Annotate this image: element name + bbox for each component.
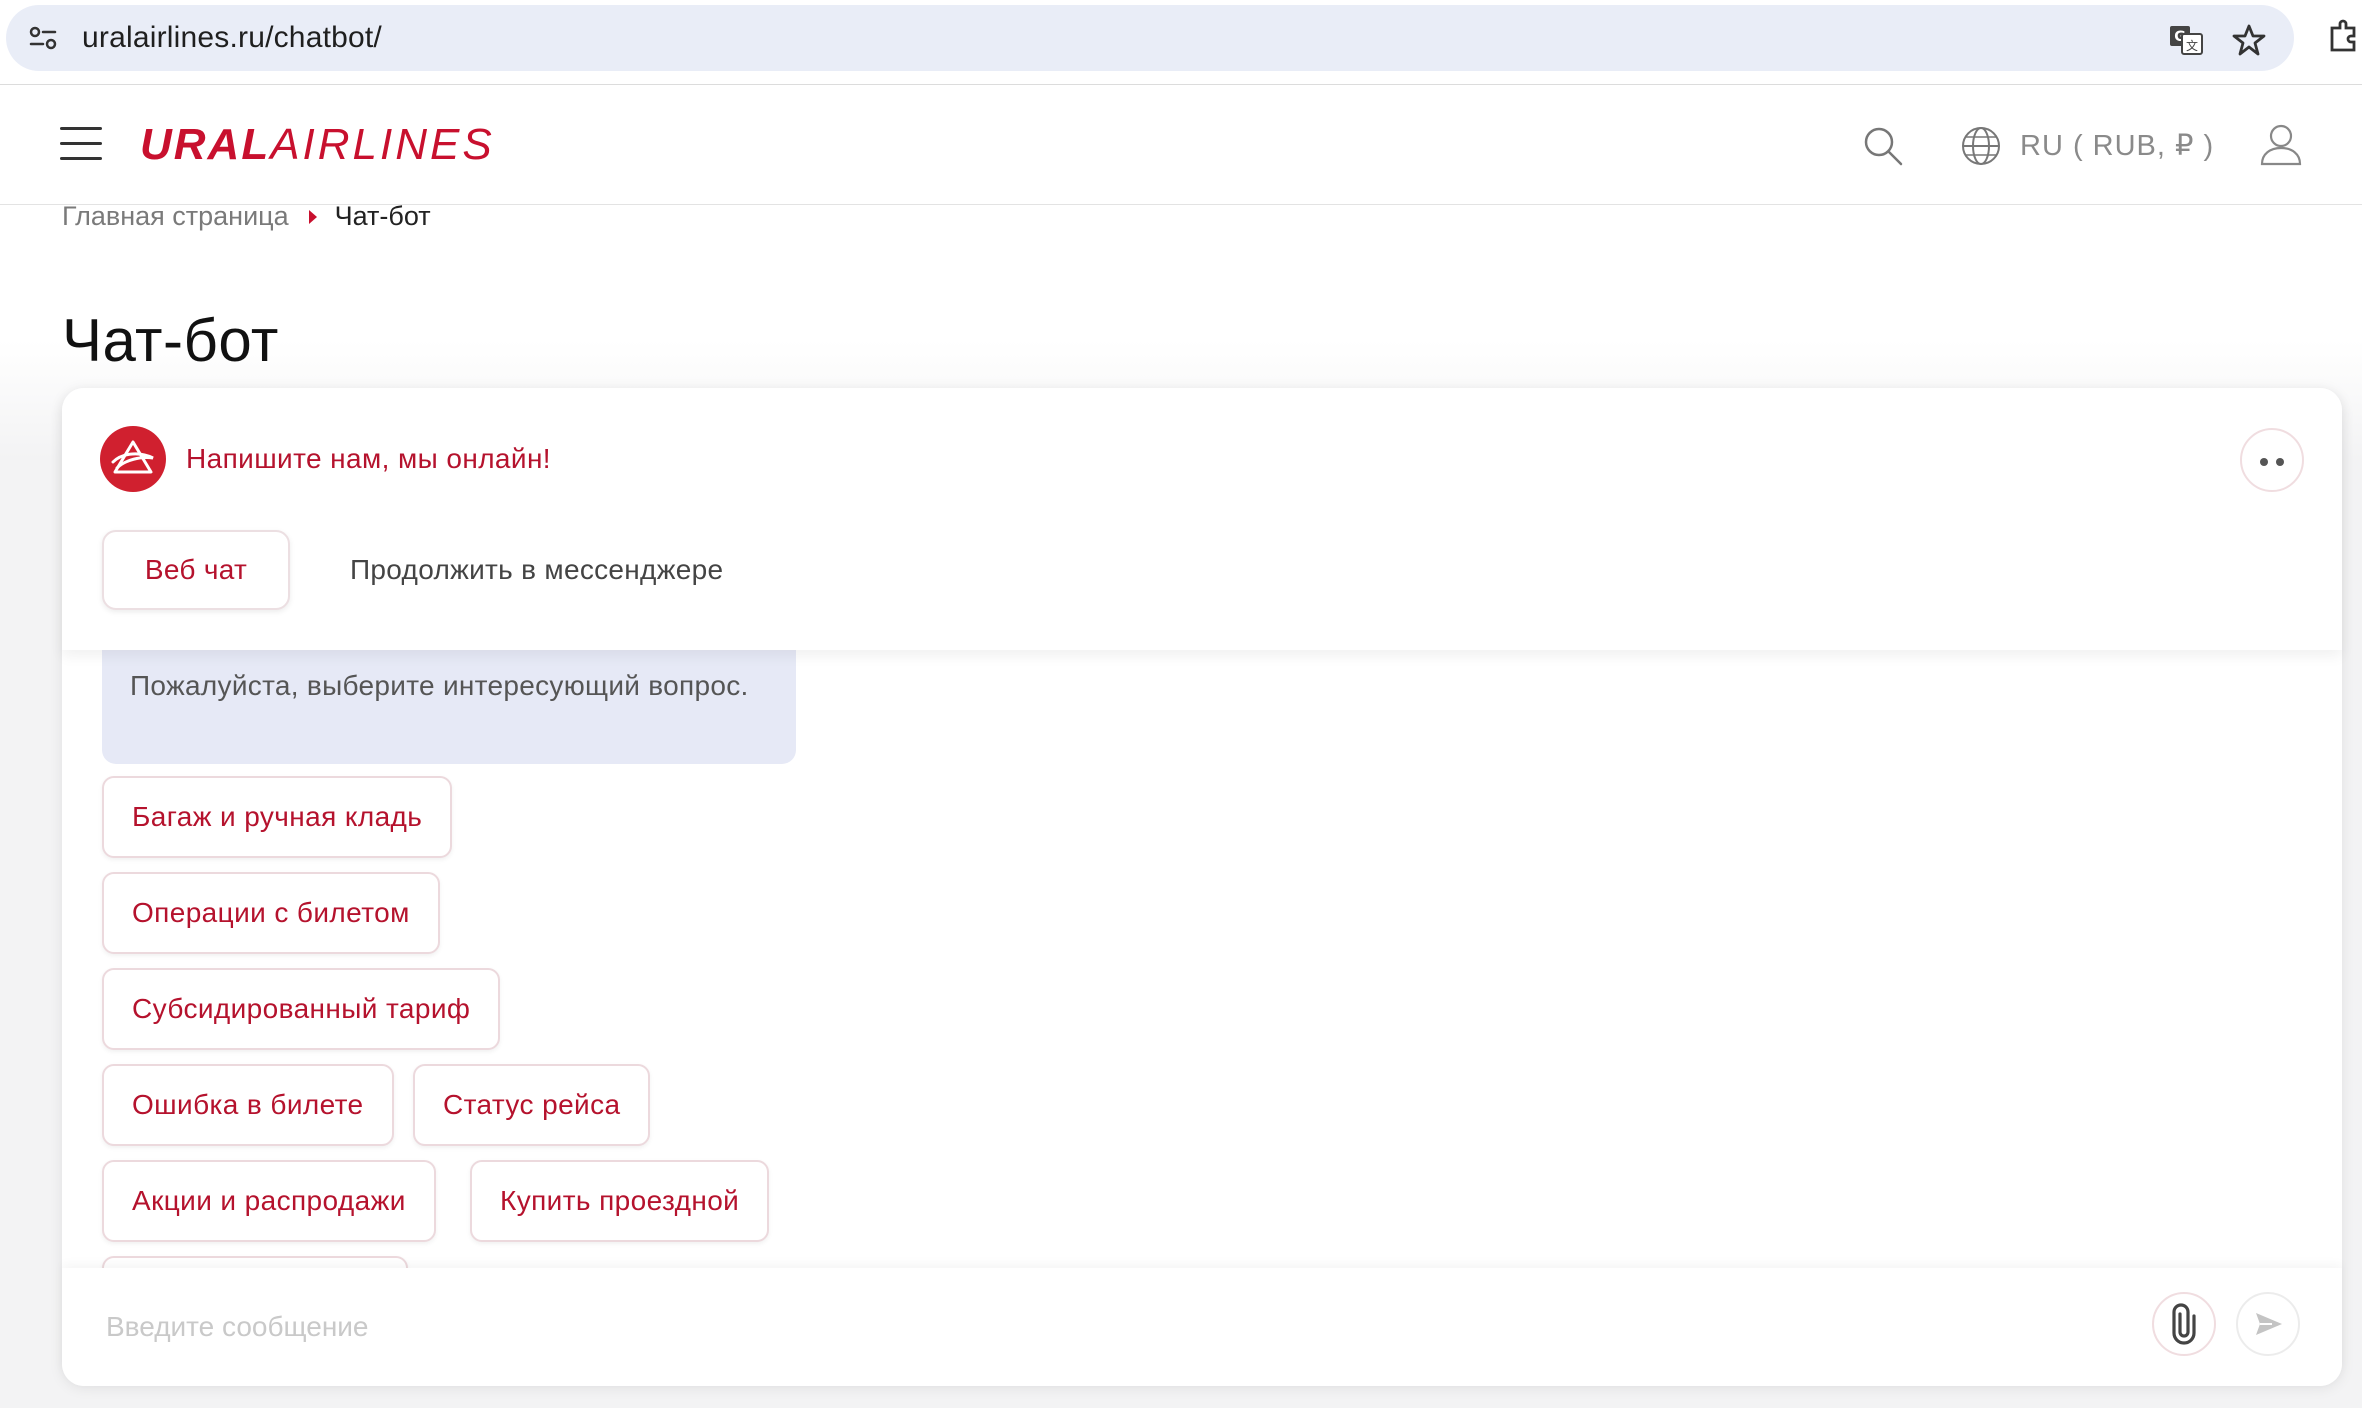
page-title: Чат-бот xyxy=(62,307,279,375)
more-options-button[interactable] xyxy=(2240,428,2304,492)
quick-reply-button[interactable]: Статус рейса xyxy=(413,1064,651,1146)
chat-widget: Напишите нам, мы онлайн! Веб чат Продолж… xyxy=(62,388,2342,1386)
attach-button[interactable] xyxy=(2152,1292,2216,1356)
more-dots-icon xyxy=(2276,458,2284,466)
send-icon xyxy=(2256,1313,2282,1335)
chat-messages[interactable]: Пожалуйста, выберите интересующий вопрос… xyxy=(62,650,2342,1350)
tab-messenger[interactable]: Продолжить в мессенджере xyxy=(350,552,723,588)
logo-light-text: AIRLINES xyxy=(270,120,495,169)
paperclip-icon xyxy=(2172,1303,2196,1345)
translate-icon[interactable]: G 文 xyxy=(2168,24,2204,56)
extension-icon[interactable] xyxy=(2326,18,2362,54)
quick-reply-button[interactable]: Купить проездной xyxy=(470,1160,770,1242)
message-composer xyxy=(62,1268,2342,1386)
site-header: URALAIRLINES RU ( RUB, ₽ ) xyxy=(0,85,2362,205)
logo-bold-text: URAL xyxy=(140,120,271,169)
quick-reply-button[interactable]: Ошибка в билете xyxy=(102,1064,394,1146)
browser-toolbar: uralairlines.ru/chatbot/ G 文 xyxy=(0,0,2362,85)
menu-icon[interactable] xyxy=(60,127,104,161)
tab-web-chat[interactable]: Веб чат xyxy=(102,530,290,610)
site-info-icon[interactable] xyxy=(28,25,58,51)
quick-reply-button[interactable]: Операции с билетом xyxy=(102,872,440,954)
more-dots-icon xyxy=(2260,458,2268,466)
bot-avatar xyxy=(100,426,166,492)
quick-reply-button[interactable]: Багаж и ручная кладь xyxy=(102,776,453,858)
quick-reply-button[interactable]: Субсидированный тариф xyxy=(102,968,501,1050)
chat-header: Напишите нам, мы онлайн! Веб чат Продолж… xyxy=(62,388,2342,650)
url-text[interactable]: uralairlines.ru/chatbot/ xyxy=(82,20,382,56)
ural-airlines-logo[interactable]: URALAIRLINES xyxy=(140,121,495,169)
star-icon[interactable] xyxy=(2232,23,2266,57)
language-currency-selector[interactable]: RU ( RUB, ₽ ) xyxy=(2020,127,2214,165)
address-bar[interactable]: uralairlines.ru/chatbot/ G 文 xyxy=(6,5,2294,71)
breadcrumb-separator-icon xyxy=(308,209,317,224)
user-icon[interactable] xyxy=(2258,121,2304,167)
breadcrumb: Главная страница Чат-бот xyxy=(62,198,431,234)
breadcrumb-home-link[interactable]: Главная страница xyxy=(62,201,289,231)
breadcrumb-current: Чат-бот xyxy=(334,201,431,231)
search-icon[interactable] xyxy=(1862,125,1904,167)
airline-emblem-icon xyxy=(111,440,154,474)
svg-text:文: 文 xyxy=(2186,38,2198,53)
chat-status-text: Напишите нам, мы онлайн! xyxy=(186,443,551,474)
message-input[interactable] xyxy=(104,1298,2108,1356)
globe-icon[interactable] xyxy=(1960,125,2002,167)
quick-reply-button[interactable]: Акции и распродажи xyxy=(102,1160,436,1242)
bot-message: Пожалуйста, выберите интересующий вопрос… xyxy=(102,650,796,764)
send-button[interactable] xyxy=(2236,1292,2300,1356)
